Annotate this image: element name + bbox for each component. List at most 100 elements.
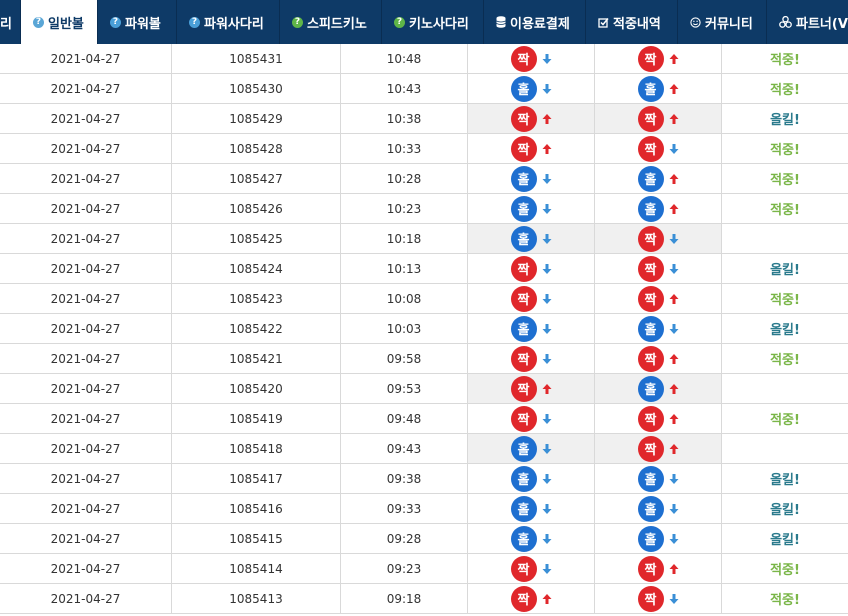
arrow-down-icon bbox=[542, 263, 552, 275]
nav-item-speed-keno[interactable]: ? 스피드키노 bbox=[279, 0, 381, 44]
date-cell: 2021-04-27 bbox=[0, 524, 172, 554]
nav-item-prev[interactable]: 리 bbox=[0, 0, 20, 44]
arrow-up-icon bbox=[542, 143, 552, 155]
arrow-up-icon bbox=[669, 443, 679, 455]
odd-ball: 홀 bbox=[510, 165, 537, 192]
second-result-cell: 짝 bbox=[595, 134, 722, 164]
arrow-down-icon bbox=[542, 473, 552, 485]
nav-item-hit-history[interactable]: 적중내역 bbox=[585, 0, 677, 44]
even-ball: 짝 bbox=[510, 45, 537, 72]
nav-item-power-ladder[interactable]: ? 파워사다리 bbox=[176, 0, 279, 44]
table-row: 2021-04-27 1085431 10:48 짝 짝 적중! bbox=[0, 44, 848, 74]
even-ball: 짝 bbox=[637, 405, 664, 432]
even-ball: 짝 bbox=[637, 255, 664, 282]
odd-ball: 홀 bbox=[637, 315, 664, 342]
second-result-cell: 짝 bbox=[595, 224, 722, 254]
table-row: 2021-04-27 1085415 09:28 홀 홀 올킬! bbox=[0, 524, 848, 554]
odd-ball: 홀 bbox=[510, 465, 537, 492]
question-icon: ? bbox=[189, 16, 200, 28]
second-result-cell: 짝 bbox=[595, 554, 722, 584]
time-cell: 09:18 bbox=[341, 584, 468, 614]
odd-ball: 홀 bbox=[637, 165, 664, 192]
odd-ball: 홀 bbox=[510, 435, 537, 462]
second-result-cell: 짝 bbox=[595, 344, 722, 374]
time-cell: 10:43 bbox=[341, 74, 468, 104]
result-badge: 적중! bbox=[722, 404, 848, 434]
round-cell: 1085420 bbox=[172, 374, 341, 404]
table-row: 2021-04-27 1085428 10:33 짝 짝 적중! bbox=[0, 134, 848, 164]
arrow-down-icon bbox=[542, 533, 552, 545]
second-result-cell: 홀 bbox=[595, 164, 722, 194]
arrow-down-icon bbox=[669, 503, 679, 515]
time-cell: 09:38 bbox=[341, 464, 468, 494]
arrow-down-icon bbox=[542, 233, 552, 245]
arrow-down-icon bbox=[542, 443, 552, 455]
first-result-cell: 짝 bbox=[468, 284, 595, 314]
odd-ball: 홀 bbox=[637, 195, 664, 222]
nav-item-payment[interactable]: 이용료결제 bbox=[483, 0, 585, 44]
round-cell: 1085425 bbox=[172, 224, 341, 254]
odd-ball: 홀 bbox=[510, 195, 537, 222]
date-cell: 2021-04-27 bbox=[0, 434, 172, 464]
nav-label: 적중내역 bbox=[613, 16, 661, 32]
arrow-up-icon bbox=[669, 113, 679, 125]
even-ball: 짝 bbox=[637, 435, 664, 462]
date-cell: 2021-04-27 bbox=[0, 344, 172, 374]
odd-ball: 홀 bbox=[637, 525, 664, 552]
result-badge bbox=[722, 374, 848, 404]
round-cell: 1085431 bbox=[172, 44, 341, 74]
date-cell: 2021-04-27 bbox=[0, 374, 172, 404]
nav-item-keno-ladder[interactable]: ? 키노사다리 bbox=[381, 0, 483, 44]
table-row: 2021-04-27 1085420 09:53 짝 홀 bbox=[0, 374, 848, 404]
date-cell: 2021-04-27 bbox=[0, 494, 172, 524]
result-badge: 올킬! bbox=[722, 314, 848, 344]
date-cell: 2021-04-27 bbox=[0, 44, 172, 74]
nav-label: 일반볼 bbox=[48, 16, 84, 32]
arrow-up-icon bbox=[542, 383, 552, 395]
arrow-down-icon bbox=[542, 293, 552, 305]
time-cell: 09:58 bbox=[341, 344, 468, 374]
arrow-up-icon bbox=[669, 383, 679, 395]
odd-ball: 홀 bbox=[510, 495, 537, 522]
table-row: 2021-04-27 1085424 10:13 짝 짝 올킬! bbox=[0, 254, 848, 284]
even-ball: 짝 bbox=[637, 105, 664, 132]
even-ball: 짝 bbox=[637, 285, 664, 312]
arrow-down-icon bbox=[542, 413, 552, 425]
odd-ball: 홀 bbox=[637, 375, 664, 402]
result-badge: 적중! bbox=[722, 344, 848, 374]
round-cell: 1085423 bbox=[172, 284, 341, 314]
time-cell: 09:28 bbox=[341, 524, 468, 554]
first-result-cell: 짝 bbox=[468, 374, 595, 404]
first-result-cell: 짝 bbox=[468, 44, 595, 74]
result-badge: 적중! bbox=[722, 44, 848, 74]
nav-item-partners[interactable]: 파트너(V bbox=[766, 0, 848, 44]
partners-icon bbox=[779, 16, 792, 28]
time-cell: 10:08 bbox=[341, 284, 468, 314]
even-ball: 짝 bbox=[637, 225, 664, 252]
first-result-cell: 홀 bbox=[468, 464, 595, 494]
arrow-down-icon bbox=[669, 593, 679, 605]
date-cell: 2021-04-27 bbox=[0, 464, 172, 494]
nav-label: 이용료결제 bbox=[510, 16, 570, 32]
time-cell: 10:48 bbox=[341, 44, 468, 74]
date-cell: 2021-04-27 bbox=[0, 194, 172, 224]
table-row: 2021-04-27 1085417 09:38 홀 홀 올킬! bbox=[0, 464, 848, 494]
arrow-up-icon bbox=[669, 293, 679, 305]
arrow-up-icon bbox=[669, 173, 679, 185]
arrow-up-icon bbox=[669, 563, 679, 575]
round-cell: 1085413 bbox=[172, 584, 341, 614]
even-ball: 짝 bbox=[510, 555, 537, 582]
odd-ball: 홀 bbox=[637, 465, 664, 492]
date-cell: 2021-04-27 bbox=[0, 104, 172, 134]
date-cell: 2021-04-27 bbox=[0, 254, 172, 284]
arrow-down-icon bbox=[669, 473, 679, 485]
nav-item-general-ball[interactable]: ? 일반볼 bbox=[20, 0, 97, 44]
nav-item-powerball[interactable]: ? 파워볼 bbox=[97, 0, 176, 44]
nav-item-community[interactable]: 커뮤니티 bbox=[677, 0, 766, 44]
result-badge bbox=[722, 434, 848, 464]
time-cell: 09:43 bbox=[341, 434, 468, 464]
arrow-down-icon bbox=[542, 53, 552, 65]
even-ball: 짝 bbox=[510, 345, 537, 372]
time-cell: 09:23 bbox=[341, 554, 468, 584]
result-badge: 올킬! bbox=[722, 254, 848, 284]
